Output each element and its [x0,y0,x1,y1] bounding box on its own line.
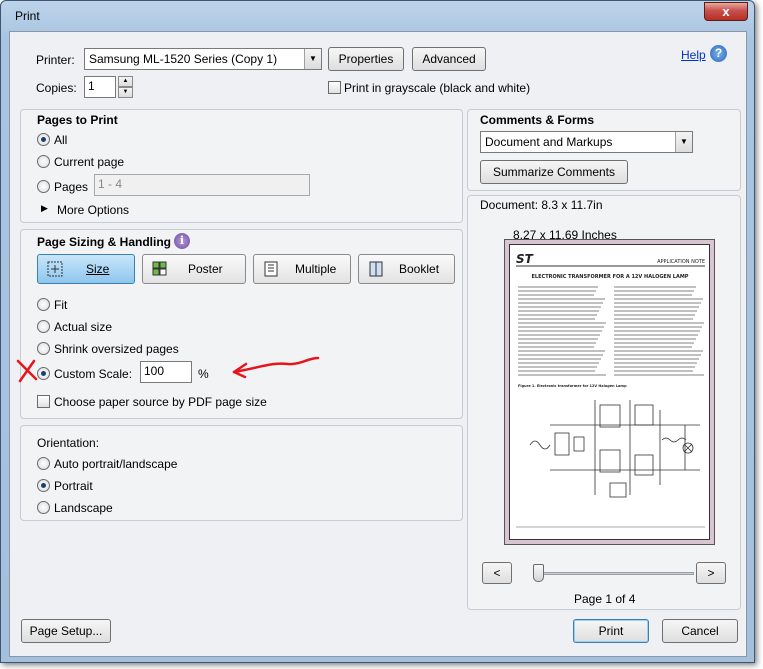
copies-up-icon[interactable]: ▲ [118,76,133,87]
poster-button-label: Poster [188,262,223,276]
pages-range-input[interactable]: 1 - 4 [94,174,310,196]
doc-text-lines [518,286,704,376]
comments-select[interactable]: Document and Markups ▼ [480,131,693,153]
red-arrow-annotation [232,356,320,379]
size-icon [47,261,63,277]
document-size-label: Document: 8.3 x 11.7in [480,198,603,212]
booklet-button-label: Booklet [399,262,440,276]
pages-current-label: Current page [54,155,125,169]
auto-orientation-label: Auto portrait/landscape [54,457,178,471]
print-button[interactable]: Print [573,619,649,643]
expand-triangle-icon[interactable]: ▶ [41,203,48,214]
previous-page-button[interactable]: < [482,562,512,584]
page-sizing-panel: Page Sizing & Handling i Size Poster Mul… [20,229,463,419]
close-button[interactable]: x [704,2,748,21]
doc-title: ELECTRONIC TRANSFORMER FOR A 12V HALOGEN… [532,274,689,280]
help-icon[interactable]: ? [710,45,727,62]
chevron-down-icon: ▼ [304,49,321,69]
actual-size-radio[interactable] [37,320,50,333]
multiple-button-label: Multiple [295,262,337,276]
pages-all-label: All [54,133,68,147]
pages-to-print-panel: Pages to Print All Current page Pages 1 … [20,109,463,223]
portrait-radio[interactable] [37,479,50,492]
window-title: Print [15,9,40,23]
copies-down-icon[interactable]: ▼ [118,87,133,98]
shrink-radio[interactable] [37,342,50,355]
circuit-diagram [529,400,700,498]
title-bar: Print x [1,1,754,31]
comments-forms-panel: Comments & Forms Document and Markups ▼ … [467,109,741,191]
multiple-button[interactable]: Multiple [253,254,351,284]
orientation-panel: Orientation: Auto portrait/landscape Por… [20,425,463,521]
percent-sign: % [198,367,209,381]
printer-select-value: Samsung ML-1520 Series (Copy 1) [89,52,278,66]
properties-button[interactable]: Properties [328,47,404,71]
landscape-radio[interactable] [37,501,50,514]
custom-scale-label: Custom Scale: [54,367,133,381]
red-x-annotation [16,359,38,383]
next-page-button[interactable]: > [696,562,726,584]
page-setup-button[interactable]: Page Setup... [21,619,111,643]
page-sizing-title: Page Sizing & Handling [37,235,172,249]
chevron-down-icon: ▼ [675,132,692,152]
pages-to-print-title: Pages to Print [37,113,118,127]
pages-all-radio[interactable] [37,133,50,146]
pages-current-radio[interactable] [37,155,50,168]
grayscale-label: Print in grayscale (black and white) [344,81,531,95]
booklet-button[interactable]: Booklet [358,254,455,284]
portrait-label: Portrait [54,479,93,493]
printer-select[interactable]: Samsung ML-1520 Series (Copy 1) ▼ [84,48,322,70]
cancel-button[interactable]: Cancel [662,619,738,643]
doc-header: APPLICATION NOTE [657,259,705,265]
preview-page-drawing: ST APPLICATION NOTE ELECTRONIC TRANSFORM… [516,252,705,528]
help-link[interactable]: Help [681,48,706,62]
summarize-comments-button[interactable]: Summarize Comments [480,160,628,184]
page-slider-thumb[interactable] [533,564,544,582]
actual-size-label: Actual size [54,320,113,334]
fit-label: Fit [54,298,68,312]
poster-icon [152,261,167,276]
multiple-pages-icon [264,261,278,277]
comments-select-value: Document and Markups [485,135,613,149]
copies-label: Copies: [36,81,77,95]
booklet-icon [369,261,383,277]
st-logo: ST [516,252,534,266]
size-button-label: Size [86,262,110,276]
landscape-label: Landscape [54,501,113,515]
orientation-title: Orientation: [37,436,100,450]
paper-source-label: Choose paper source by PDF page size [54,395,267,409]
paper-source-checkbox[interactable] [37,395,50,408]
comments-forms-title: Comments & Forms [480,113,595,127]
size-button[interactable]: Size [37,254,135,284]
printer-label: Printer: [36,53,75,67]
copies-input[interactable]: 1 [84,76,116,98]
fit-radio[interactable] [37,298,50,311]
custom-scale-input[interactable]: 100 [140,361,192,383]
poster-button[interactable]: Poster [142,254,246,284]
preview-page-thumbnail: ST APPLICATION NOTE ELECTRONIC TRANSFORM… [509,244,710,540]
auto-orientation-radio[interactable] [37,457,50,470]
advanced-button[interactable]: Advanced [412,47,486,71]
shrink-label: Shrink oversized pages [54,342,179,356]
doc-figure-caption: Figure 1. Electronic transformer for 12V… [518,384,627,388]
more-options-toggle[interactable]: More Options [57,203,129,217]
grayscale-checkbox[interactable] [328,81,341,94]
info-icon[interactable]: i [174,233,190,249]
page-slider[interactable] [534,572,694,575]
pages-range-label: Pages [54,180,89,194]
paper-size-label: 8.27 x 11.69 Inches [513,228,617,242]
page-indicator: Page 1 of 4 [574,592,636,606]
pages-range-radio[interactable] [37,180,50,193]
